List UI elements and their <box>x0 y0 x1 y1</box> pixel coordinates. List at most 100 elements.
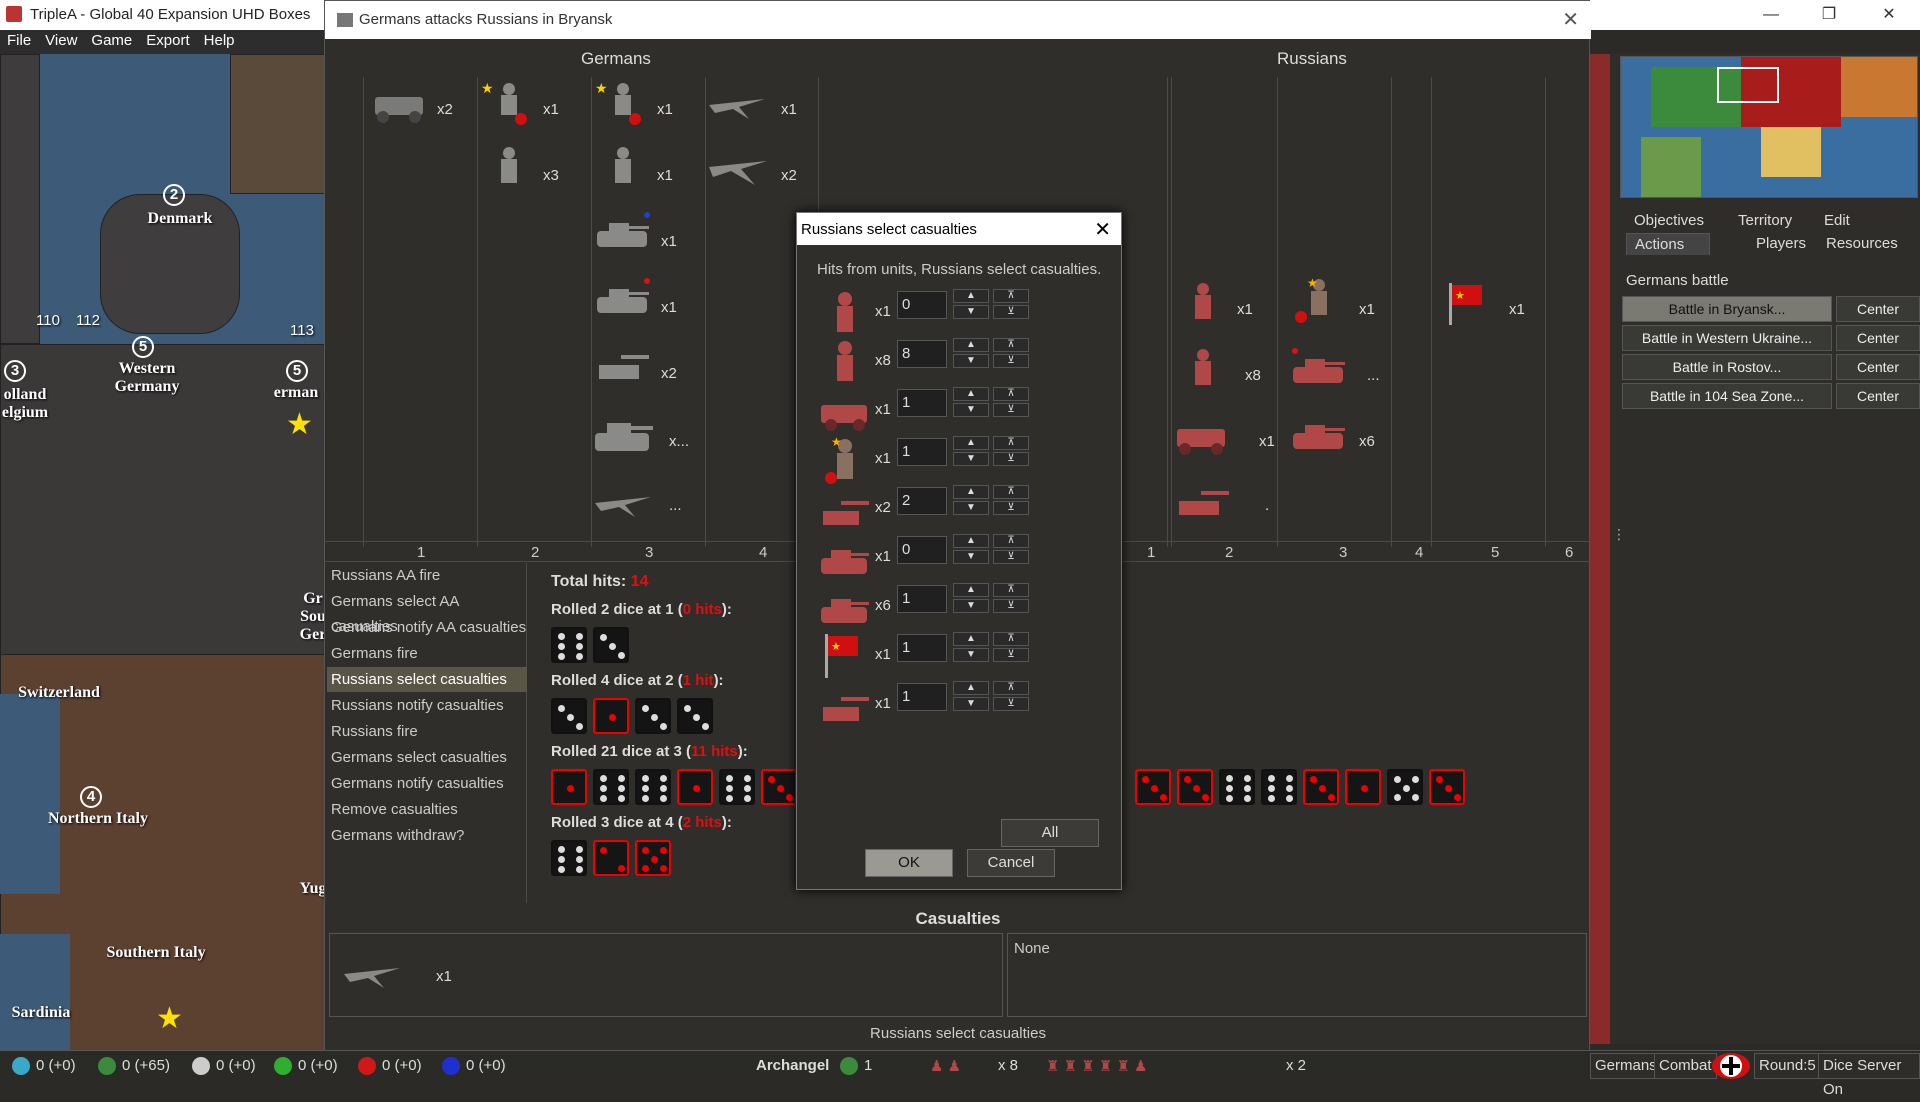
increment-icon[interactable]: ▲ <box>953 534 989 548</box>
min-icon[interactable]: ⊻ <box>993 305 1029 319</box>
max-icon[interactable]: ⊼ <box>993 338 1029 352</box>
center-button[interactable]: Center <box>1836 325 1920 351</box>
menu-help[interactable]: Help <box>197 30 242 51</box>
min-icon[interactable]: ⊻ <box>993 452 1029 466</box>
all-button[interactable]: All <box>1001 819 1099 847</box>
decrement-icon[interactable]: ▼ <box>953 305 989 319</box>
round-indicator: Round:5 <box>1754 1053 1821 1079</box>
min-icon[interactable]: ⊻ <box>993 550 1029 564</box>
casualty-count-input[interactable]: 8 <box>897 340 947 368</box>
casualty-count-input[interactable]: 1 <box>897 585 947 613</box>
increment-icon[interactable]: ▲ <box>953 485 989 499</box>
minimap-viewport[interactable] <box>1717 67 1779 103</box>
max-icon[interactable]: ⊼ <box>993 681 1029 695</box>
center-button[interactable]: Center <box>1836 383 1920 409</box>
minimize-button[interactable]: — <box>1748 2 1794 28</box>
max-icon[interactable]: ⊼ <box>993 289 1029 303</box>
dialog-close-icon[interactable]: ✕ <box>1094 217 1111 242</box>
increment-icon[interactable]: ▲ <box>953 583 989 597</box>
decrement-icon[interactable]: ▼ <box>953 354 989 368</box>
unit-artillery-icon <box>817 679 873 731</box>
ipc-value-marker: 4 <box>80 786 102 808</box>
decrement-icon[interactable]: ▼ <box>953 550 989 564</box>
max-icon[interactable]: ⊼ <box>993 436 1029 450</box>
roll-suffix: ): <box>737 743 748 760</box>
battle-button[interactable]: Battle in Rostov... <box>1622 354 1832 380</box>
min-icon[interactable]: ⊻ <box>993 403 1029 417</box>
battle-button[interactable]: Battle in 104 Sea Zone... <box>1622 383 1832 409</box>
max-icon[interactable]: ⊼ <box>993 485 1029 499</box>
tab-players[interactable]: Players <box>1748 233 1814 254</box>
battle-step[interactable]: Germans select AA casualties <box>327 589 527 635</box>
battle-step[interactable]: Germans select casualties <box>327 745 527 770</box>
battle-button[interactable]: Battle in Bryansk... <box>1622 296 1832 322</box>
menu-view[interactable]: View <box>38 30 84 51</box>
map-territory[interactable] <box>0 54 40 344</box>
max-icon[interactable]: ⊼ <box>993 632 1029 646</box>
decrement-icon[interactable]: ▼ <box>953 697 989 711</box>
decrement-icon[interactable]: ▼ <box>953 452 989 466</box>
max-icon[interactable]: ⊼ <box>993 583 1029 597</box>
min-icon[interactable]: ⊻ <box>993 501 1029 515</box>
battle-button[interactable]: Battle in Western Ukraine... <box>1622 325 1832 351</box>
casualty-count-input[interactable]: 1 <box>897 634 947 662</box>
min-icon[interactable]: ⊻ <box>993 648 1029 662</box>
menu-export[interactable]: Export <box>139 30 196 51</box>
attacker-column-number: 2 <box>531 544 540 561</box>
casualty-count-input[interactable]: 1 <box>897 389 947 417</box>
max-icon[interactable]: ⊼ <box>993 387 1029 401</box>
casualty-count-input[interactable]: 1 <box>897 683 947 711</box>
casualty-count-input[interactable]: 0 <box>897 536 947 564</box>
world-map[interactable]: 2 Denmark 5 Western Germany 3 olland elg… <box>0 54 330 1054</box>
map-territory[interactable] <box>230 54 330 194</box>
battle-step[interactable]: Germans notify casualties <box>327 771 527 796</box>
decrement-icon[interactable]: ▼ <box>953 599 989 613</box>
casualty-count-input[interactable]: 0 <box>897 291 947 319</box>
min-icon[interactable]: ⊻ <box>993 697 1029 711</box>
tab-territory[interactable]: Territory <box>1730 210 1800 231</box>
increment-icon[interactable]: ▲ <box>953 632 989 646</box>
center-button[interactable]: Center <box>1836 296 1920 322</box>
menu-file[interactable]: File <box>0 30 38 51</box>
decrement-icon[interactable]: ▼ <box>953 501 989 515</box>
battle-step[interactable]: Russians fire <box>327 719 527 744</box>
battle-step[interactable]: Russians notify casualties <box>327 693 527 718</box>
battle-step[interactable]: Russians AA fire <box>327 563 527 588</box>
battle-step-current[interactable]: Russians select casualties <box>327 667 527 692</box>
min-icon[interactable]: ⊻ <box>993 354 1029 368</box>
casualty-count-input[interactable]: 1 <box>897 438 947 466</box>
decrement-icon[interactable]: ▼ <box>953 403 989 417</box>
increment-icon[interactable]: ▲ <box>953 681 989 695</box>
tab-resources[interactable]: Resources <box>1818 233 1906 254</box>
splitter-handle-icon[interactable]: ⋮ <box>1612 526 1626 543</box>
menu-game[interactable]: Game <box>84 30 139 51</box>
battle-step[interactable]: Germans withdraw? <box>327 823 527 848</box>
defender-column-number: 6 <box>1565 544 1574 561</box>
increment-icon[interactable]: ▲ <box>953 338 989 352</box>
battle-step[interactable]: Germans fire <box>327 641 527 666</box>
minimap[interactable] <box>1620 56 1918 198</box>
tab-actions[interactable]: Actions <box>1626 233 1710 255</box>
casualty-row: x1 0 ▲ ▼ ⊼ ⊻ <box>817 285 1107 341</box>
tab-edit[interactable]: Edit <box>1816 210 1858 231</box>
unit-tank-icon <box>591 275 655 323</box>
battle-step[interactable]: Germans notify AA casualties <box>327 615 527 640</box>
center-button[interactable]: Center <box>1836 354 1920 380</box>
cancel-button[interactable]: Cancel <box>967 849 1055 877</box>
increment-icon[interactable]: ▲ <box>953 387 989 401</box>
casualty-count-input[interactable]: 2 <box>897 487 947 515</box>
app-title: TripleA - Global 40 Expansion UHD Boxes <box>30 6 311 23</box>
restore-button[interactable]: ❐ <box>1806 2 1852 28</box>
increment-icon[interactable]: ▲ <box>953 289 989 303</box>
max-icon[interactable]: ⊼ <box>993 534 1029 548</box>
unit-artillery-icon <box>817 483 873 535</box>
decrement-icon[interactable]: ▼ <box>953 648 989 662</box>
battle-step[interactable]: Remove casualties <box>327 797 527 822</box>
battle-close-icon[interactable]: ✕ <box>1562 7 1579 32</box>
increment-icon[interactable]: ▲ <box>953 436 989 450</box>
roll-summary: Rolled 21 dice at 3 (11 hits): <box>551 743 748 760</box>
close-button[interactable]: ✕ <box>1866 2 1912 28</box>
ok-button[interactable]: OK <box>865 849 953 877</box>
tab-objectives[interactable]: Objectives <box>1626 210 1712 231</box>
min-icon[interactable]: ⊻ <box>993 599 1029 613</box>
